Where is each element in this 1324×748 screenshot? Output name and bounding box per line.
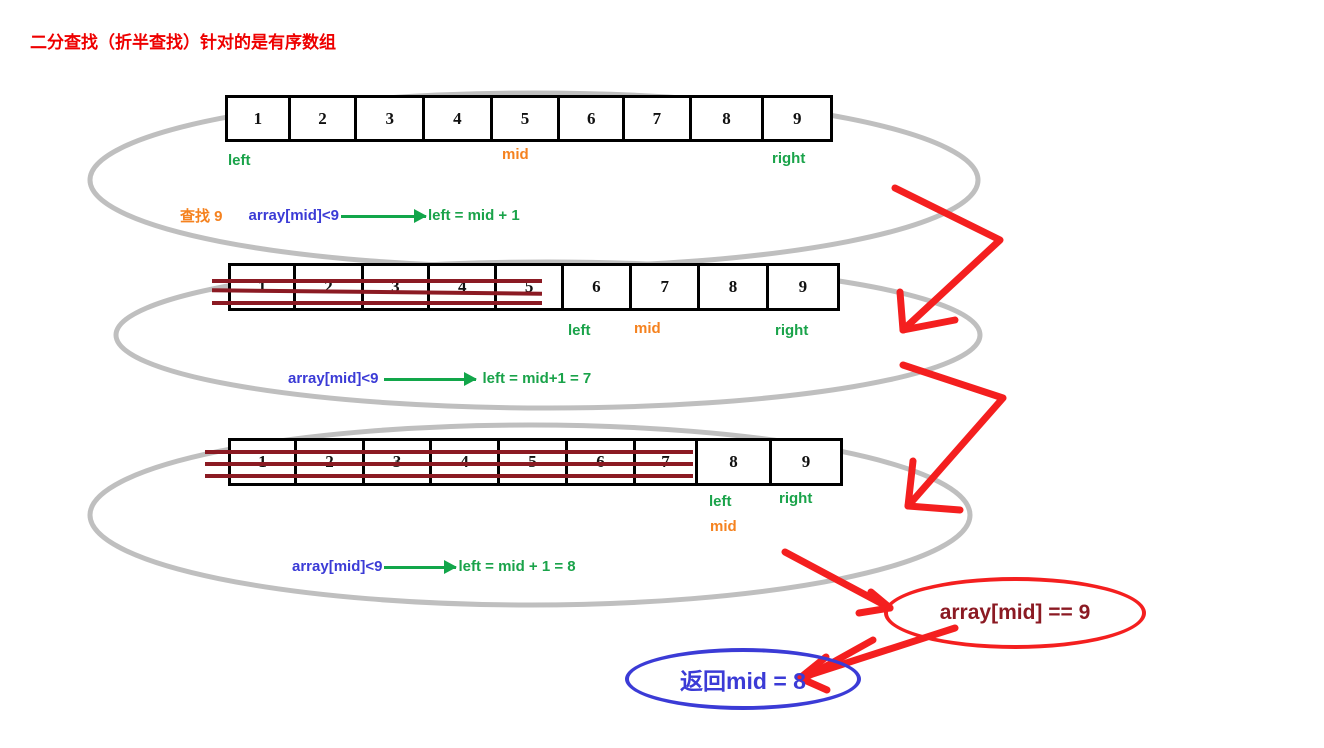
- diagram-canvas: 二分查找（折半查找）针对的是有序数组 1 2 3 4 5 6 7 8 9 lef…: [0, 0, 1324, 748]
- formula-line: 查找 9 array[mid]<9 left = mid + 1: [180, 205, 520, 226]
- array-cell: 3: [365, 441, 432, 483]
- pointer-label-right: right: [775, 322, 809, 339]
- callout-return-value: 返回mid = 8: [625, 648, 861, 710]
- flow-arrow-1: [891, 184, 1004, 334]
- array-cell: 1: [231, 441, 297, 483]
- pointer-label-left: left: [568, 322, 591, 339]
- pointer-label-mid: mid: [502, 146, 529, 163]
- array-cell: 2: [296, 266, 364, 308]
- formula-condition: array[mid]<9: [248, 207, 339, 224]
- array-row: 1 2 3 4 5 6 7 8 9: [225, 95, 833, 142]
- array-cell: 9: [801, 452, 811, 471]
- array-cell: 5: [493, 98, 561, 139]
- pointer-label-right: right: [772, 150, 806, 167]
- array-row: 1 2 3 4 5 6 7 8 9: [228, 263, 840, 311]
- green-arrow-icon: [384, 371, 478, 386]
- array-cell: 8: [692, 98, 765, 139]
- flow-arrow-2-head2: [904, 502, 964, 514]
- array-cell: 6: [568, 441, 636, 483]
- callout-return-text: 返回mid = 8: [680, 668, 806, 694]
- array-cell: 1: [231, 266, 297, 308]
- callout-condition-match: array[mid] == 9: [884, 577, 1146, 649]
- flow-arrow-2: [899, 361, 1007, 510]
- pointer-label-mid: mid: [634, 320, 661, 337]
- flow-arrow-1-head: [896, 288, 907, 334]
- pointer-label-left: left: [709, 493, 732, 510]
- green-arrow-icon: [384, 559, 458, 574]
- array-cell: 9: [798, 277, 808, 296]
- formula-result: left = mid + 1: [427, 207, 520, 224]
- pointer-label-right: right: [779, 490, 813, 507]
- array-cell: 5: [497, 266, 564, 308]
- array-cell: 4: [430, 266, 498, 308]
- formula-line: array[mid]<9 left = mid+1 = 7: [288, 370, 591, 387]
- array-cell: 2: [291, 98, 358, 139]
- array-cell: 8: [698, 441, 772, 483]
- pointer-label-mid: mid: [710, 518, 737, 535]
- formula-prefix: 查找 9: [180, 208, 223, 225]
- array-row: 1 2 3 4 5 6 7 8 9: [228, 438, 843, 486]
- flow-arrow-3: [781, 548, 894, 612]
- green-arrow-icon: [340, 208, 427, 223]
- formula-condition: array[mid]<9: [288, 370, 379, 387]
- array-cell: 7: [632, 266, 701, 308]
- callout-condition-text: array[mid] == 9: [939, 601, 1091, 624]
- array-cell: 1: [228, 98, 291, 139]
- formula-result: left = mid+1 = 7: [482, 370, 592, 387]
- pointer-label-left: left: [228, 152, 251, 169]
- array-cell: 3: [364, 266, 431, 308]
- flow-arrow-1-head2: [899, 316, 959, 334]
- flow-arrow-2-head: [904, 457, 917, 510]
- formula-result: left = mid + 1 = 8: [458, 558, 576, 575]
- array-cell: 8: [700, 266, 769, 308]
- array-cell: 9: [792, 108, 802, 128]
- page-title: 二分查找（折半查找）针对的是有序数组: [30, 33, 336, 52]
- array-cell: 4: [425, 98, 493, 139]
- array-cell: 4: [432, 441, 500, 483]
- array-cell: 3: [357, 98, 426, 139]
- array-cell: 6: [560, 98, 626, 139]
- array-cell: 7: [625, 98, 692, 139]
- array-cell: 5: [500, 441, 568, 483]
- array-cell: 6: [564, 266, 633, 308]
- formula-condition: array[mid]<9: [292, 558, 383, 575]
- array-cell: 7: [636, 441, 698, 483]
- array-cell: 2: [297, 441, 365, 483]
- formula-line: array[mid]<9 left = mid + 1 = 8: [292, 558, 576, 575]
